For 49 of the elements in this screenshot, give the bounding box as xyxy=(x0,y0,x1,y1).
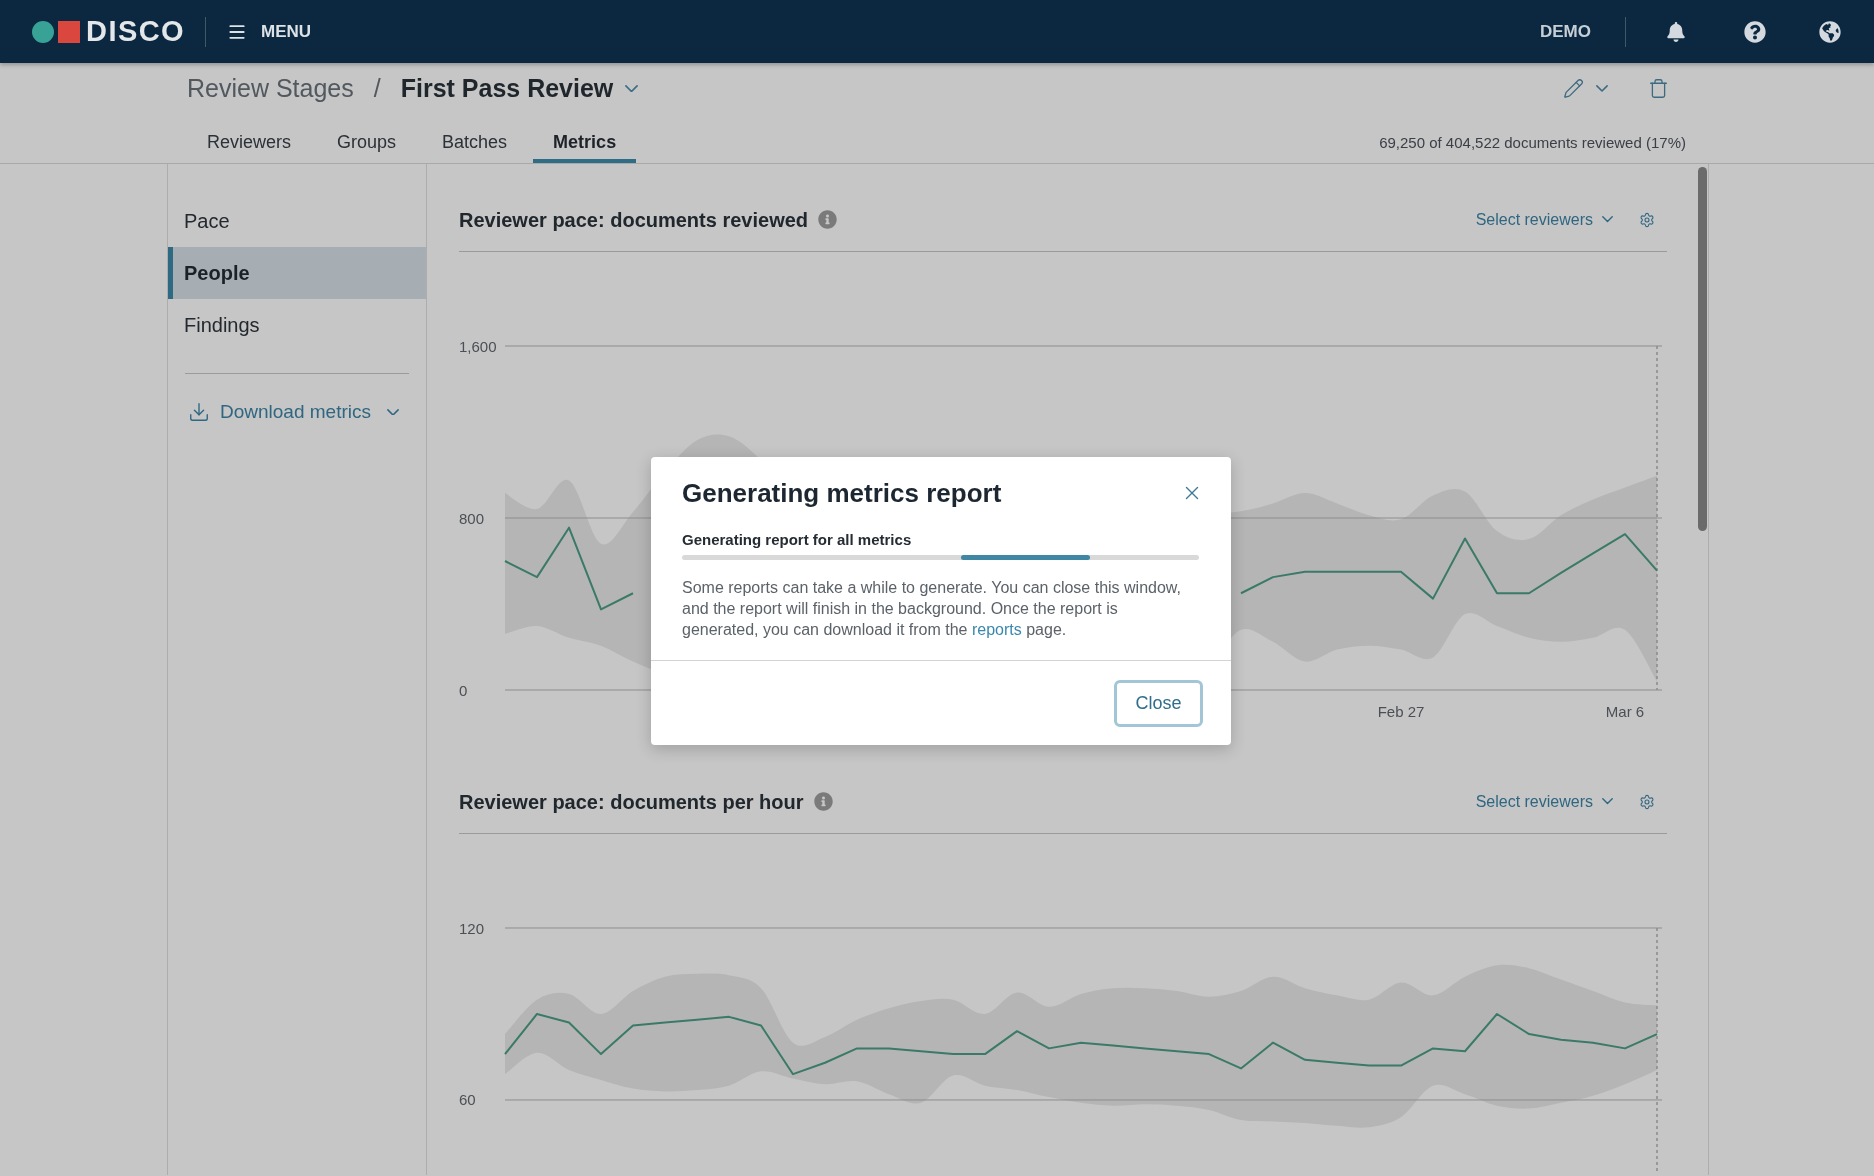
download-metrics-button[interactable]: Download metrics xyxy=(188,392,399,432)
breadcrumb-separator: / xyxy=(373,72,381,104)
x-axis-label: Feb 27 xyxy=(1377,702,1425,720)
settings-icon[interactable] xyxy=(1639,793,1655,810)
stage-dropdown[interactable]: First Pass Review xyxy=(400,69,639,108)
x-axis-label: Mar 6 xyxy=(1605,702,1645,720)
sidebar-item[interactable]: Findings xyxy=(168,299,426,351)
chevron-down-icon xyxy=(387,408,399,416)
y-axis-label: 800 xyxy=(459,509,485,527)
select-reviewers-dropdown[interactable]: Select reviewers xyxy=(1475,789,1613,814)
edit-menu-button[interactable] xyxy=(1563,78,1608,99)
scrollbar-thumb[interactable] xyxy=(1698,167,1707,531)
info-icon[interactable] xyxy=(813,792,833,811)
close-button[interactable]: Close xyxy=(1114,679,1203,727)
y-axis-label: 0 xyxy=(459,681,468,699)
bell-icon[interactable] xyxy=(1666,21,1686,42)
reports-link[interactable]: reports xyxy=(971,621,1022,638)
logo-text: DISCO xyxy=(86,17,186,46)
modal-subtitle: Generating report for all metrics xyxy=(682,530,913,550)
globe-icon[interactable] xyxy=(1819,20,1841,43)
y-axis-label: 60 xyxy=(459,1091,476,1109)
tab[interactable]: Groups xyxy=(317,114,417,163)
chevron-down-icon xyxy=(625,84,639,93)
settings-icon[interactable] xyxy=(1639,211,1655,228)
info-icon[interactable] xyxy=(818,210,838,229)
chevron-down-icon xyxy=(1596,85,1608,92)
y-axis-label: 120 xyxy=(459,919,485,937)
chart-title: Reviewer pace: documents per hour xyxy=(459,789,804,815)
environment-label: DEMO xyxy=(1540,20,1591,43)
modal-title: Generating metrics report xyxy=(682,477,1002,509)
chevron-down-icon xyxy=(1602,216,1613,223)
tab[interactable]: Reviewers xyxy=(187,114,312,163)
pencil-icon xyxy=(1563,78,1584,99)
breadcrumb-parent[interactable]: Review Stages xyxy=(187,69,354,108)
help-icon[interactable] xyxy=(1744,20,1766,43)
chart-title: Reviewer pace: documents reviewed xyxy=(459,207,809,233)
tab[interactable]: Metrics xyxy=(533,114,637,163)
tab[interactable]: Batches xyxy=(422,114,528,163)
download-icon xyxy=(188,401,210,423)
review-progress-text: 69,250 of 404,522 documents reviewed (17%) xyxy=(1379,133,1686,154)
sidebar-item[interactable]: Pace xyxy=(168,195,426,247)
sidebar-item[interactable]: People xyxy=(168,247,426,299)
select-reviewers-dropdown[interactable]: Select reviewers xyxy=(1475,207,1613,232)
chevron-down-icon xyxy=(1602,798,1613,805)
modal-message: Some reports can take a while to generate. You can close this window, and the report will finish in the background. Once the report is generated, you can download it from the reports page. xyxy=(682,578,1182,640)
trash-icon[interactable] xyxy=(1648,78,1669,99)
y-axis-label: 1,600 xyxy=(459,337,497,355)
logo-icon xyxy=(32,20,80,43)
menu-button[interactable]: MENU xyxy=(227,18,312,45)
